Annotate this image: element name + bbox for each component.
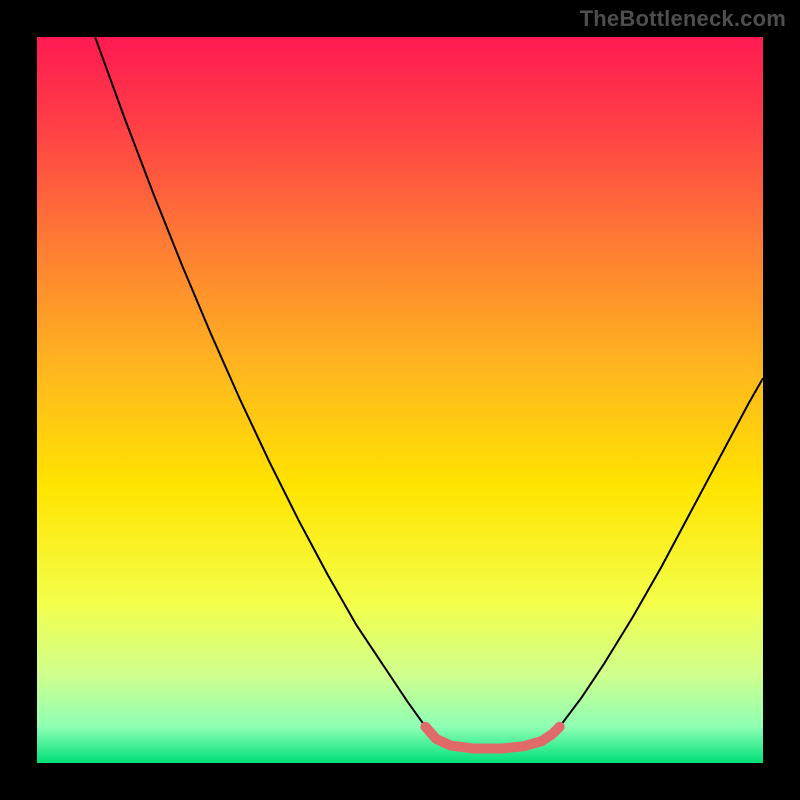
watermark-text: TheBottleneck.com (580, 6, 786, 32)
plot-area (37, 37, 763, 763)
chart-frame: TheBottleneck.com (0, 0, 800, 800)
chart-background (37, 37, 763, 763)
chart-svg (37, 37, 763, 763)
